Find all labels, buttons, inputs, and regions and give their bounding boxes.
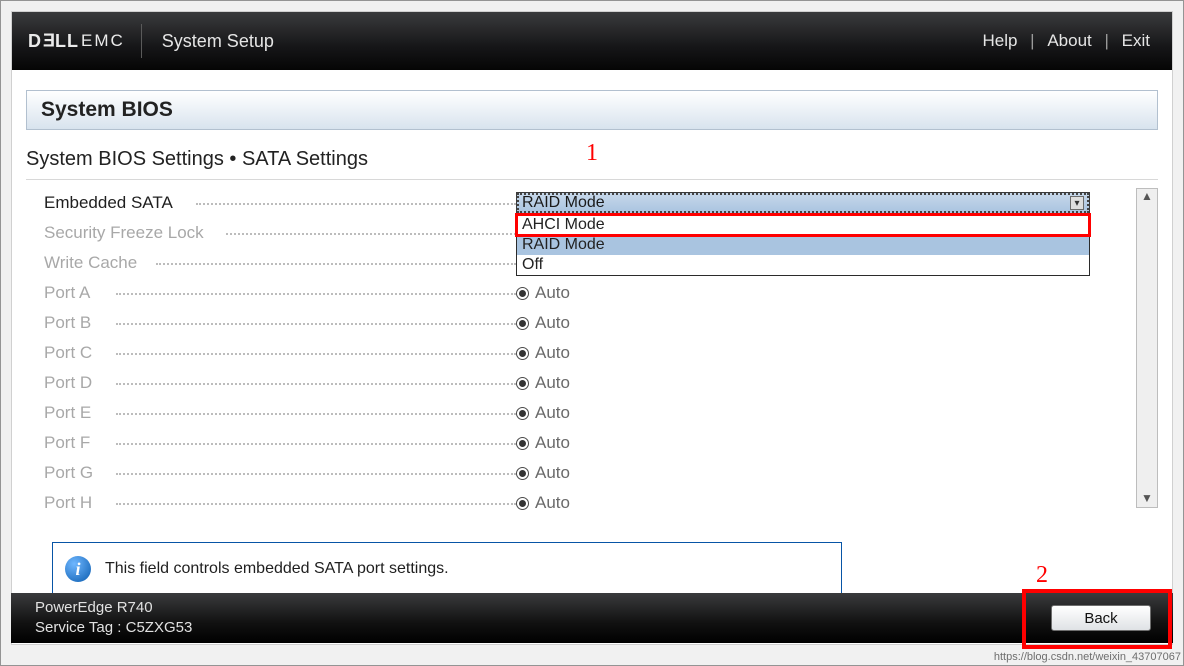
dropdown-options: AHCI Mode RAID Mode Off bbox=[516, 214, 1090, 276]
setting-row-port: Port A Auto bbox=[26, 278, 1136, 308]
brand-e: E bbox=[42, 30, 55, 51]
setting-row-port: Port F Auto bbox=[26, 428, 1136, 458]
setting-value: Auto bbox=[516, 463, 570, 483]
info-text: This field controls embedded SATA port s… bbox=[105, 560, 449, 578]
setting-value: Auto bbox=[516, 283, 570, 303]
dropdown-option-ahci[interactable]: AHCI Mode bbox=[517, 215, 1089, 235]
setting-row-port: Port B Auto bbox=[26, 308, 1136, 338]
page-title-band: System BIOS bbox=[26, 90, 1158, 130]
dropdown-selected-text: RAID Mode bbox=[522, 194, 605, 212]
setting-label: Port D bbox=[26, 373, 516, 393]
setting-label: Port F bbox=[26, 433, 516, 453]
brand-d: D bbox=[28, 31, 42, 52]
setting-value: Auto bbox=[516, 373, 570, 393]
radio-icon[interactable] bbox=[516, 437, 529, 450]
setting-row-port: Port G Auto bbox=[26, 458, 1136, 488]
help-link[interactable]: Help bbox=[978, 31, 1021, 50]
annotation-1: 1 bbox=[586, 140, 598, 167]
setting-value: Auto bbox=[516, 493, 570, 513]
model-name: PowerEdge R740 bbox=[35, 598, 192, 618]
setting-label: Port H bbox=[26, 493, 516, 513]
setting-label: Write Cache bbox=[26, 253, 516, 273]
radio-icon[interactable] bbox=[516, 347, 529, 360]
setting-label: Port B bbox=[26, 313, 516, 333]
radio-icon[interactable] bbox=[516, 497, 529, 510]
setting-row-port: Port H Auto bbox=[26, 488, 1136, 518]
annotation-2: 2 bbox=[1036, 562, 1048, 589]
exit-link[interactable]: Exit bbox=[1118, 31, 1154, 50]
setting-label: Port G bbox=[26, 463, 516, 483]
about-link[interactable]: About bbox=[1043, 31, 1095, 50]
setting-row-embedded-sata: Embedded SATA RAID Mode ▾ AHCI Mode RAID… bbox=[26, 188, 1136, 218]
port-value: Auto bbox=[535, 433, 570, 453]
breadcrumb: System BIOS Settings • SATA Settings 1 bbox=[26, 144, 1158, 180]
setting-value: Auto bbox=[516, 433, 570, 453]
setting-label: Port C bbox=[26, 343, 516, 363]
radio-icon[interactable] bbox=[516, 407, 529, 420]
port-value: Auto bbox=[535, 313, 570, 333]
scroll-up-icon[interactable]: ▲ bbox=[1137, 189, 1157, 205]
vertical-scrollbar[interactable]: ▲ ▼ bbox=[1136, 188, 1158, 508]
breadcrumb-text: System BIOS Settings • SATA Settings bbox=[26, 148, 368, 170]
dropdown-selected[interactable]: RAID Mode ▾ bbox=[516, 192, 1090, 214]
radio-icon[interactable] bbox=[516, 377, 529, 390]
port-value: Auto bbox=[535, 373, 570, 393]
setting-label: Port A bbox=[26, 283, 516, 303]
setting-row-port: Port D Auto bbox=[26, 368, 1136, 398]
page-title: System BIOS bbox=[41, 98, 173, 122]
setting-row-port: Port E Auto bbox=[26, 398, 1136, 428]
setting-label: Embedded SATA bbox=[26, 193, 516, 213]
top-links: Help | About | Exit bbox=[978, 31, 1154, 51]
setting-value: Auto bbox=[516, 403, 570, 423]
setting-value: Auto bbox=[516, 313, 570, 333]
app-title: System Setup bbox=[142, 31, 274, 52]
setting-row-port: Port C Auto bbox=[26, 338, 1136, 368]
info-icon: i bbox=[65, 556, 91, 582]
separator: | bbox=[1026, 31, 1038, 50]
port-value: Auto bbox=[535, 493, 570, 513]
back-button[interactable]: Back bbox=[1051, 605, 1151, 631]
top-bar: DELLEMC System Setup Help | About | Exit bbox=[12, 12, 1172, 70]
service-tag: Service Tag : C5ZXG53 bbox=[35, 618, 192, 638]
port-value: Auto bbox=[535, 283, 570, 303]
dropdown-option-off[interactable]: Off bbox=[517, 255, 1089, 275]
radio-icon[interactable] bbox=[516, 467, 529, 480]
info-panel: i This field controls embedded SATA port… bbox=[52, 542, 842, 596]
radio-icon[interactable] bbox=[516, 317, 529, 330]
setting-value: Auto bbox=[516, 343, 570, 363]
setting-label: Port E bbox=[26, 403, 516, 423]
port-value: Auto bbox=[535, 463, 570, 483]
port-value: Auto bbox=[535, 343, 570, 363]
radio-icon[interactable] bbox=[516, 287, 529, 300]
scroll-down-icon[interactable]: ▼ bbox=[1137, 491, 1157, 507]
embedded-sata-dropdown[interactable]: RAID Mode ▾ AHCI Mode RAID Mode Off bbox=[516, 192, 1136, 214]
brand-ll: LL bbox=[55, 31, 79, 52]
watermark: https://blog.csdn.net/weixin_43707067 bbox=[994, 651, 1181, 663]
brand-logo: DELLEMC bbox=[12, 24, 142, 58]
port-value: Auto bbox=[535, 403, 570, 423]
chevron-down-icon[interactable]: ▾ bbox=[1070, 196, 1084, 210]
dropdown-option-raid[interactable]: RAID Mode bbox=[517, 235, 1089, 255]
footer-bar: PowerEdge R740 Service Tag : C5ZXG53 Bac… bbox=[11, 593, 1173, 643]
separator: | bbox=[1101, 31, 1113, 50]
brand-emc: EMC bbox=[81, 31, 125, 51]
settings-panel: Embedded SATA RAID Mode ▾ AHCI Mode RAID… bbox=[26, 188, 1136, 518]
setting-label: Security Freeze Lock bbox=[26, 223, 516, 243]
